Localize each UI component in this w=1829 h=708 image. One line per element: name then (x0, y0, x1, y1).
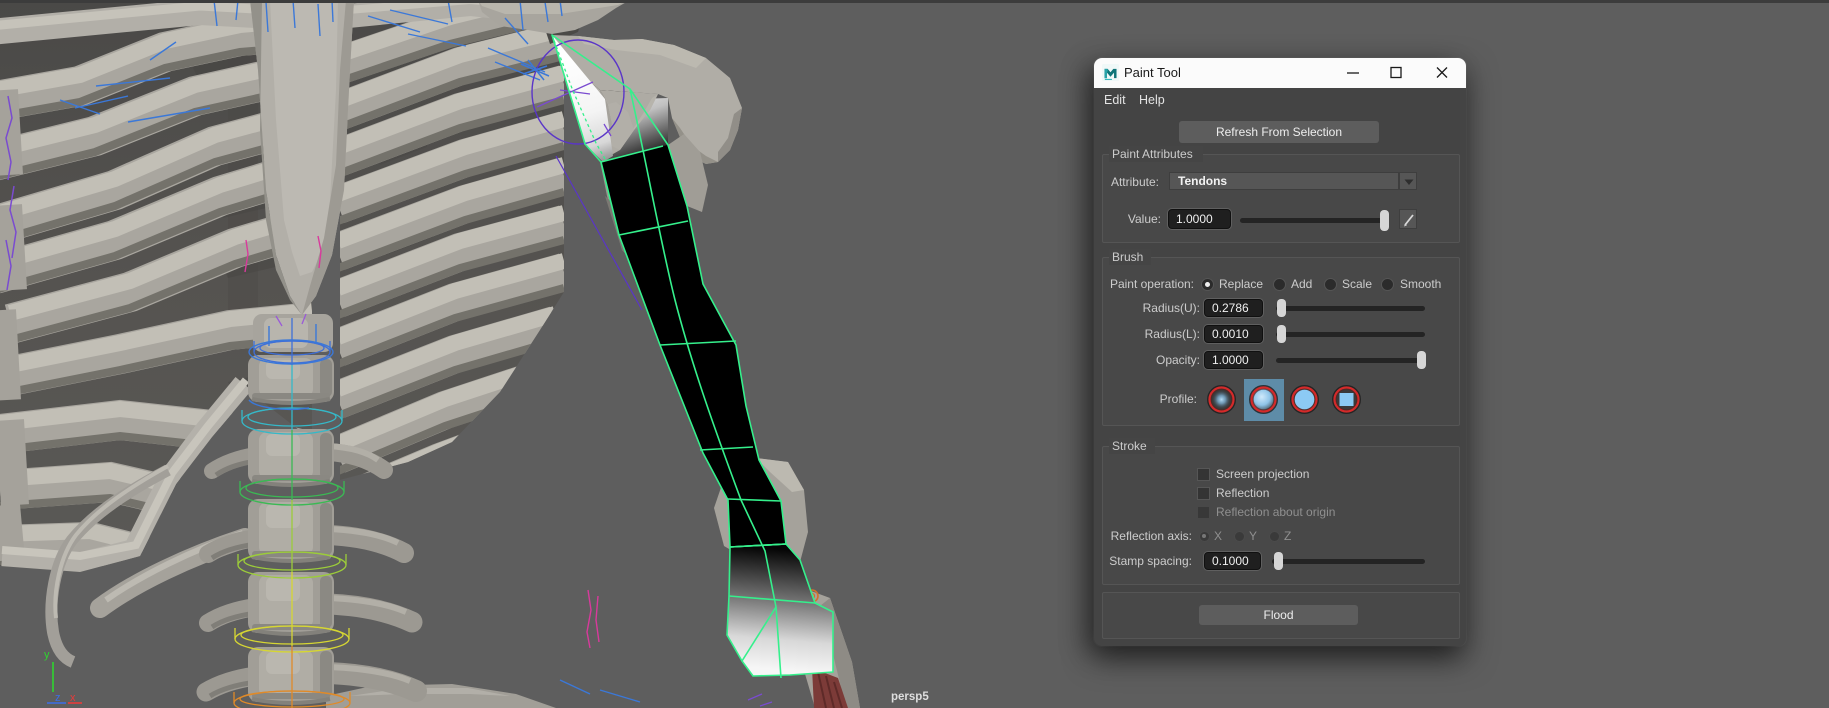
svg-text:persp5: persp5 (891, 691, 929, 703)
svg-text:x: x (70, 692, 76, 704)
svg-text:y: y (44, 649, 50, 661)
svg-text:z: z (55, 692, 61, 704)
